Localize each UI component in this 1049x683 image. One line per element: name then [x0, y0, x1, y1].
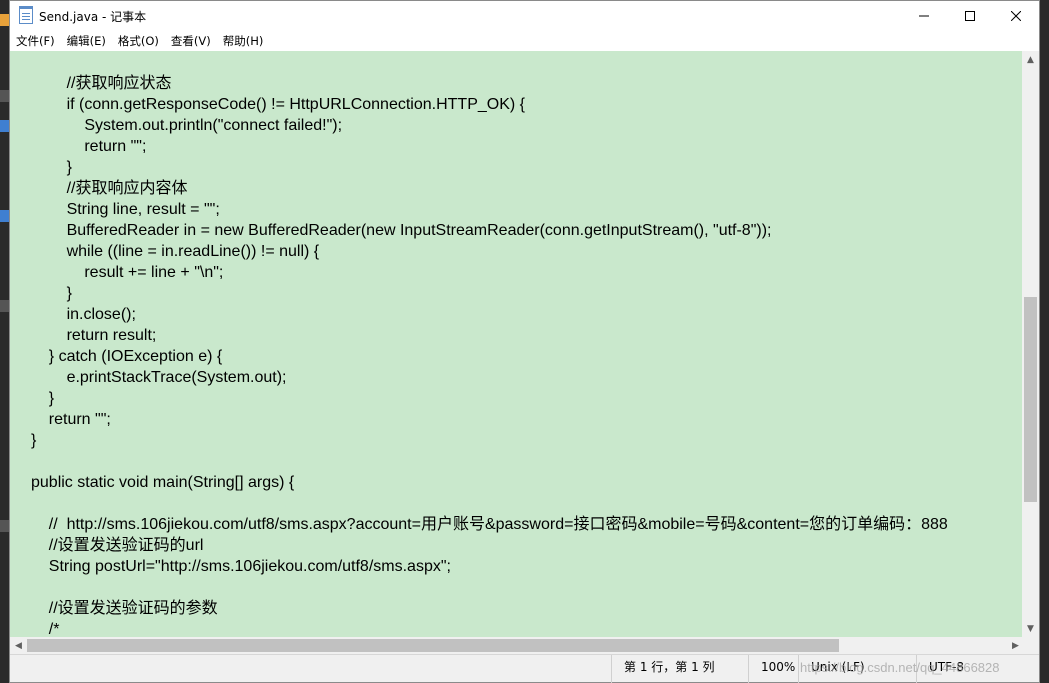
status-bar: 第 1 行，第 1 列 100% Unix (LF) UTF-8 https:/…	[10, 654, 1039, 683]
code-line[interactable]: //获取响应状态	[31, 73, 948, 94]
close-icon	[1011, 11, 1021, 21]
code-line[interactable]	[31, 577, 948, 598]
code-line[interactable]: //设置发送验证码的url	[31, 535, 948, 556]
maximize-button[interactable]	[947, 1, 993, 31]
menu-view[interactable]: 查看(V)	[165, 31, 217, 51]
desktop-icon-fragment	[0, 120, 9, 132]
title-bar[interactable]: Send.java - 记事本	[10, 1, 1039, 31]
vertical-scroll-thumb[interactable]	[1024, 297, 1037, 502]
maximize-icon	[965, 11, 975, 21]
code-line[interactable]: //获取响应内容体	[31, 178, 948, 199]
status-zoom: 100%	[748, 655, 798, 683]
code-line[interactable]: in.close();	[31, 304, 948, 325]
status-position: 第 1 行，第 1 列	[611, 655, 748, 683]
close-button[interactable]	[993, 1, 1039, 31]
scroll-up-arrow-icon[interactable]: ▲	[1022, 51, 1039, 68]
menu-file[interactable]: 文件(F)	[10, 31, 61, 51]
code-line[interactable]: //设置发送验证码的参数	[31, 598, 948, 619]
code-line[interactable]: String line, result = "";	[31, 199, 948, 220]
desktop-icon-fragment	[0, 520, 9, 532]
desktop-icon-fragment	[0, 210, 9, 222]
desktop-icon-fragment	[0, 90, 9, 102]
scroll-left-arrow-icon[interactable]: ◀	[10, 637, 27, 654]
minimize-button[interactable]	[901, 1, 947, 31]
menu-edit[interactable]: 编辑(E)	[61, 31, 112, 51]
desktop-icon-fragment	[0, 14, 9, 26]
code-line[interactable]: /*	[31, 619, 948, 637]
scrollbar-corner	[1022, 637, 1039, 654]
code-line[interactable]: result += line + "\n";	[31, 262, 948, 283]
text-editor[interactable]: //获取响应状态 if (conn.getResponseCode() != H…	[10, 51, 1024, 637]
menu-help[interactable]: 帮助(H)	[217, 31, 270, 51]
minimize-icon	[919, 15, 929, 17]
notepad-icon[interactable]	[19, 6, 33, 24]
scroll-down-arrow-icon[interactable]: ▼	[1022, 620, 1039, 637]
desktop-edge-left	[0, 0, 9, 683]
window-controls	[901, 1, 1039, 31]
code-line[interactable]: e.printStackTrace(System.out);	[31, 367, 948, 388]
horizontal-scroll-thumb[interactable]	[27, 639, 839, 652]
code-line[interactable]: if (conn.getResponseCode() != HttpURLCon…	[31, 94, 948, 115]
menu-bar: 文件(F) 编辑(E) 格式(O) 查看(V) 帮助(H)	[10, 31, 1039, 51]
code-line[interactable]: // http://sms.106jiekou.com/utf8/sms.asp…	[31, 514, 948, 535]
desktop-edge-right	[1040, 0, 1049, 683]
code-line[interactable]: String postUrl="http://sms.106jiekou.com…	[31, 556, 948, 577]
csdn-watermark: https://blog.csdn.net/qq_44866828	[800, 660, 1000, 675]
desktop-icon-fragment	[0, 300, 9, 312]
code-line[interactable]: return result;	[31, 325, 948, 346]
editor-content[interactable]: //获取响应状态 if (conn.getResponseCode() != H…	[31, 73, 948, 637]
code-line[interactable]: System.out.println("connect failed!");	[31, 115, 948, 136]
code-line[interactable]: }	[31, 430, 948, 451]
code-line[interactable]: } catch (IOException e) {	[31, 346, 948, 367]
horizontal-scrollbar[interactable]: ◀ ▶	[10, 637, 1024, 654]
code-line[interactable]: public static void main(String[] args) {	[31, 472, 948, 493]
code-line[interactable]: }	[31, 388, 948, 409]
code-line[interactable]: while ((line = in.readLine()) != null) {	[31, 241, 948, 262]
code-line[interactable]: return "";	[31, 409, 948, 430]
menu-format[interactable]: 格式(O)	[112, 31, 165, 51]
code-line[interactable]: return "";	[31, 136, 948, 157]
code-line[interactable]	[31, 451, 948, 472]
code-line[interactable]	[31, 493, 948, 514]
vertical-scrollbar[interactable]: ▲ ▼	[1022, 51, 1039, 637]
code-line[interactable]: }	[31, 283, 948, 304]
code-line[interactable]: BufferedReader in = new BufferedReader(n…	[31, 220, 948, 241]
window-title: Send.java - 记事本	[39, 9, 147, 24]
code-line[interactable]: }	[31, 157, 948, 178]
notepad-window: Send.java - 记事本 文件(F) 编辑(E) 格式(O) 查看(V) …	[9, 0, 1040, 683]
